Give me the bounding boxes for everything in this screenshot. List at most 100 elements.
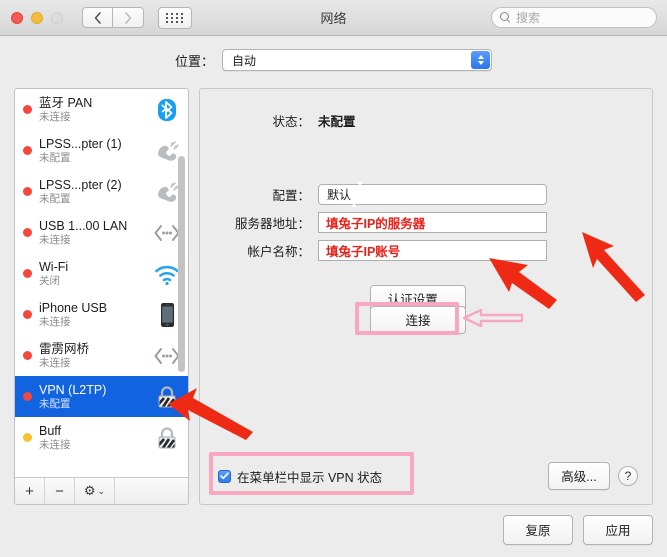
sidebar-scrollbar[interactable] [178, 121, 185, 470]
service-item[interactable]: LPSS...pter (2) 未配置 [15, 171, 188, 212]
service-item[interactable]: Buff 未连接 [15, 417, 188, 458]
account-name-input[interactable]: 填兔子IP账号 [318, 240, 547, 261]
service-name: Buff [39, 423, 62, 438]
status-row: 状态： 未配置 [200, 111, 652, 130]
status-label: 状态： [272, 115, 310, 129]
revert-button[interactable]: 复原 [503, 515, 573, 545]
content-area: 蓝牙 PAN 未连接 LPSS...pter (1) 未配置 LPSS...pter… [14, 88, 653, 505]
vpn-lock-icon [158, 385, 176, 407]
form-row: 服务器地址： 填兔子IP的服务器 [200, 212, 652, 233]
service-item[interactable]: 蓝牙 PAN 未连接 [15, 89, 188, 130]
field-label: 服务器地址： [234, 217, 310, 231]
search-icon [500, 12, 511, 23]
window-titlebar: 网络 搜索 [0, 0, 667, 36]
search-input[interactable]: 搜索 [491, 7, 657, 28]
service-actions-button[interactable]: ⚙ ⌄ [75, 478, 115, 504]
service-text: Buff 未连接 [39, 424, 152, 452]
service-status: 未连接 [39, 356, 71, 369]
location-value: 自动 [232, 53, 257, 68]
modem-icon [158, 140, 179, 161]
location-select[interactable]: 自动 [222, 49, 492, 71]
forward-button[interactable] [113, 7, 144, 28]
service-item[interactable]: iPhone USB 未连接 [15, 294, 188, 335]
window-footer: 复原 应用 [503, 515, 653, 545]
status-dot-red [23, 146, 32, 155]
nav-buttons [82, 7, 144, 28]
scrollbar-thumb[interactable] [178, 155, 185, 373]
grid-view-icon [166, 12, 184, 23]
service-item[interactable]: USB 1...00 LAN 未连接 [15, 212, 188, 253]
back-button[interactable] [82, 7, 113, 28]
show-vpn-status-checkbox[interactable]: 在菜单栏中显示 VPN 状态 [218, 467, 382, 486]
service-name: 蓝牙 PAN [39, 95, 93, 110]
vpn-lock-icon [158, 426, 176, 448]
vpn-form: 配置： 默认服务器地址： 填兔子IP的服务器帐户名称： 填兔子IP账号 [200, 181, 652, 268]
iphone-icon [161, 302, 174, 327]
form-row: 帐户名称： 填兔子IP账号 [200, 240, 652, 261]
server-address-input[interactable]: 填兔子IP的服务器 [318, 212, 547, 233]
help-button[interactable]: ? [618, 466, 638, 486]
search-placeholder: 搜索 [516, 11, 541, 25]
service-icon [152, 95, 182, 125]
status-dot-yellow [23, 433, 32, 442]
remove-service-button[interactable]: − [45, 478, 75, 504]
chevron-left-icon [94, 11, 101, 24]
advanced-button[interactable]: 高级... [548, 462, 610, 490]
service-name: LPSS...pter (2) [39, 177, 122, 192]
service-text: 雷雳网桥 未连接 [39, 342, 152, 370]
service-name: USB 1...00 LAN [39, 218, 128, 233]
field-label: 帐户名称： [247, 245, 310, 259]
field-label: 配置： [272, 189, 310, 203]
status-dot-red [23, 187, 32, 196]
status-dot-red [23, 105, 32, 114]
chevron-updown-icon [351, 181, 364, 207]
gear-icon: ⚙ [83, 483, 96, 498]
chevron-updown-icon [471, 51, 490, 69]
location-row: 位置： 自动 [0, 49, 667, 71]
chevron-down-icon: ⌄ [97, 485, 106, 496]
status-dot-red [23, 310, 32, 319]
status-dot-red [23, 351, 32, 360]
status-dot-red [23, 228, 32, 237]
pane-right-buttons: 高级... ? [548, 462, 638, 490]
sidebar-toolbar: + − ⚙ ⌄ [15, 477, 188, 504]
service-name: iPhone USB [39, 300, 108, 315]
service-name: LPSS...pter (1) [39, 136, 122, 151]
status-value: 未配置 [318, 115, 356, 129]
field-value: 填兔子IP的服务器 [326, 217, 426, 231]
show-all-button[interactable] [158, 6, 192, 29]
service-name: 雷雳网桥 [39, 341, 90, 356]
close-button[interactable] [11, 11, 23, 24]
service-item[interactable]: VPN (L2TP) 未配置 [15, 376, 188, 417]
field-value: 填兔子IP账号 [326, 245, 401, 259]
service-item[interactable]: 雷雳网桥 未连接 [15, 335, 188, 376]
service-name: Wi-Fi [39, 259, 69, 274]
bluetooth-icon [158, 98, 176, 121]
connect-button[interactable]: 连接 [370, 306, 466, 334]
apply-button[interactable]: 应用 [583, 515, 653, 545]
service-status: 未配置 [39, 192, 71, 205]
add-service-button[interactable]: + [15, 478, 45, 504]
service-item[interactable]: LPSS...pter (1) 未配置 [15, 130, 188, 171]
status-dot-red [23, 392, 32, 401]
network-services-list[interactable]: 蓝牙 PAN 未连接 LPSS...pter (1) 未配置 LPSS...pter… [15, 89, 188, 476]
field-value: 默认 [327, 188, 352, 202]
checkbox-label: 在菜单栏中显示 VPN 状态 [237, 470, 383, 485]
service-text: LPSS...pter (2) 未配置 [39, 178, 152, 206]
checkbox-checked-icon [218, 469, 231, 483]
status-dot-red [23, 269, 32, 278]
location-label: 位置： [174, 53, 214, 69]
service-status: 未配置 [39, 397, 71, 410]
ethernet-icon [154, 347, 180, 364]
zoom-button[interactable] [51, 11, 63, 24]
service-item[interactable]: Wi-Fi 关闭 [15, 253, 188, 294]
vpn-settings-pane: 状态： 未配置 配置： 默认服务器地址： 填兔子IP的服务器帐户名称： 填兔子IP账号… [199, 88, 653, 505]
minimize-button[interactable] [31, 11, 43, 24]
service-text: USB 1...00 LAN 未连接 [39, 219, 152, 247]
service-status: 关闭 [39, 274, 60, 287]
service-status: 未连接 [39, 315, 71, 328]
configuration-select[interactable]: 默认 [318, 181, 547, 207]
service-text: iPhone USB 未连接 [39, 301, 152, 329]
wifi-icon [155, 265, 179, 285]
